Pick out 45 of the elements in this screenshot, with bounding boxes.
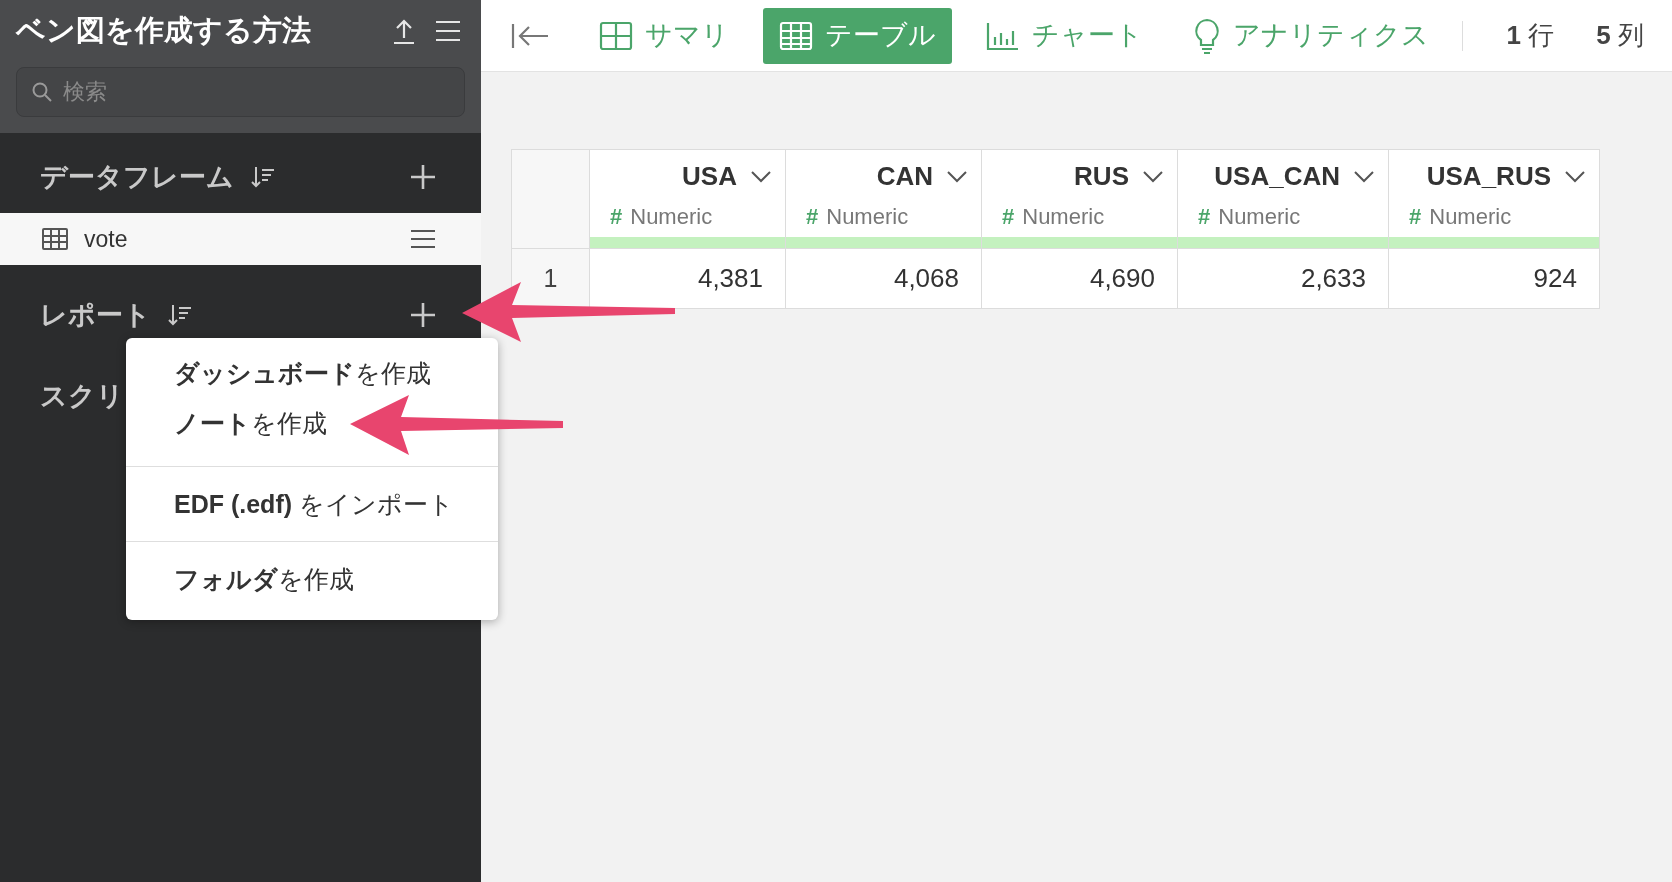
column-header[interactable]: CAN # Numeric <box>785 149 982 249</box>
row-number: 1 <box>511 248 590 309</box>
project-title: ベン図を作成する方法 <box>16 13 311 49</box>
table-cell: 4,068 <box>785 248 982 309</box>
section-title: データフレーム <box>40 160 234 194</box>
search-field[interactable]: 検索 <box>16 67 465 117</box>
grid-icon <box>599 20 633 51</box>
numeric-type-icon: # <box>1002 200 1015 233</box>
table-cell: 924 <box>1388 248 1600 309</box>
lightbulb-icon <box>1193 17 1221 54</box>
table-cell: 4,690 <box>981 248 1178 309</box>
section-title: レポート <box>40 298 151 332</box>
column-header[interactable]: USA_RUS # Numeric <box>1388 149 1600 249</box>
numeric-type-icon: # <box>806 200 819 233</box>
menu-item[interactable]: EDF (.edf) をインポート <box>126 479 498 529</box>
bar-chart-icon <box>986 20 1020 51</box>
column-header[interactable]: USA # Numeric <box>589 149 786 249</box>
menu-icon[interactable] <box>410 229 436 249</box>
row-count: 1 行 <box>1506 19 1555 52</box>
table-cell: 2,633 <box>1177 248 1389 309</box>
collapse-icon[interactable] <box>511 21 549 50</box>
dataframe-item[interactable]: vote <box>0 213 481 265</box>
chevron-down-icon[interactable] <box>751 170 771 183</box>
table-icon <box>42 228 68 250</box>
column-header[interactable]: RUS # Numeric <box>981 149 1178 249</box>
column-count: 5 列 <box>1596 19 1644 52</box>
chevron-down-icon[interactable] <box>1565 170 1585 183</box>
chevron-down-icon[interactable] <box>1354 170 1374 183</box>
column-header[interactable]: USA_CAN # Numeric <box>1177 149 1389 249</box>
chevron-down-icon[interactable] <box>1143 170 1163 183</box>
section-title: スクリ <box>40 379 124 413</box>
menu-item[interactable]: フォルダを作成 <box>126 554 498 604</box>
upload-icon[interactable] <box>393 18 415 44</box>
sort-icon[interactable] <box>167 303 193 327</box>
plus-icon[interactable] <box>410 164 436 190</box>
search-icon <box>32 82 52 102</box>
menu-item[interactable]: ノートを作成 <box>126 398 498 448</box>
numeric-type-icon: # <box>1198 200 1211 233</box>
menu-item[interactable]: ダッシュボードを作成 <box>126 348 498 398</box>
chevron-down-icon[interactable] <box>947 170 967 183</box>
sort-icon[interactable] <box>250 165 276 189</box>
table-icon <box>779 20 813 51</box>
numeric-type-icon: # <box>1409 200 1422 233</box>
plus-icon[interactable] <box>410 302 436 328</box>
numeric-type-icon: # <box>610 200 623 233</box>
